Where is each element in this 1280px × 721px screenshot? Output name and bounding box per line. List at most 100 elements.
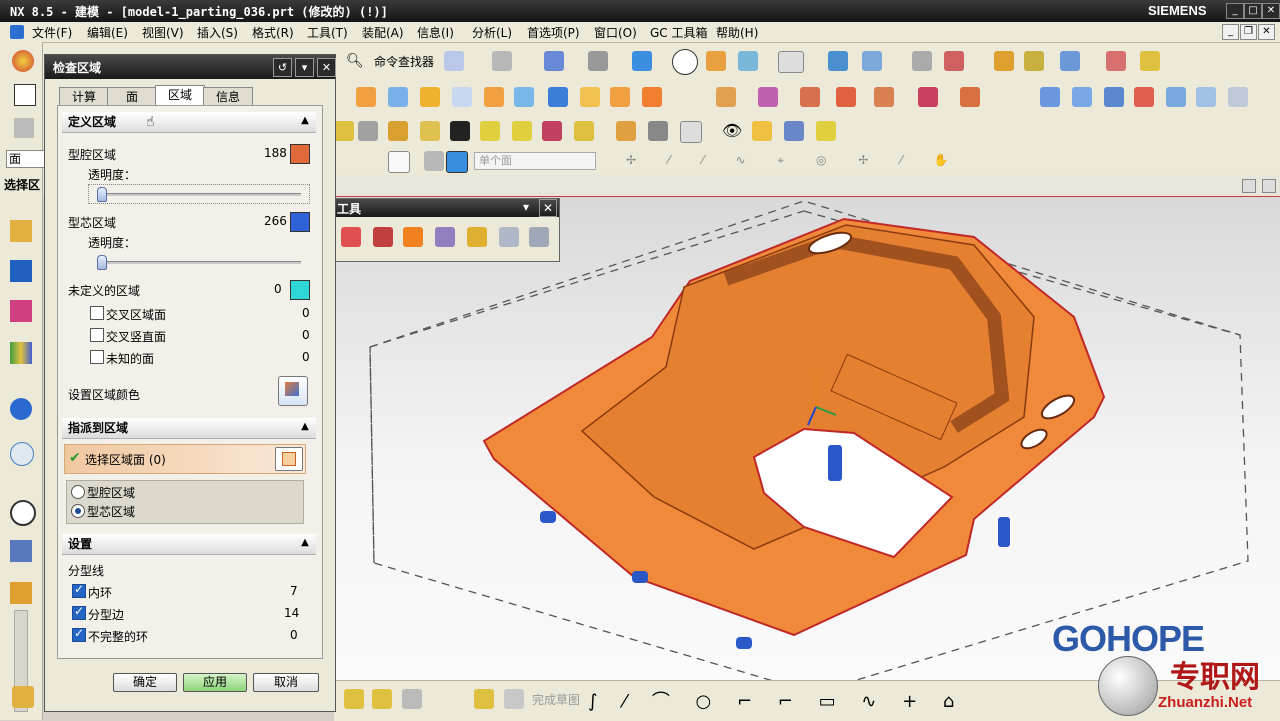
cylinder-icon[interactable] (752, 121, 772, 141)
reset-icon[interactable]: ↺ (273, 58, 292, 77)
tool-icon-6[interactable] (480, 121, 500, 141)
shaded-view-icon[interactable] (632, 51, 652, 71)
feature-icon-1[interactable] (356, 87, 376, 107)
menu-assembly[interactable]: 装配(A) (362, 24, 404, 41)
crossing-vertical-faces-checkbox[interactable] (90, 328, 104, 342)
undefined-color-swatch[interactable] (290, 280, 310, 300)
document-icon[interactable] (784, 121, 804, 141)
tool-icon-2[interactable] (358, 121, 378, 141)
surface-icon-6[interactable] (1196, 87, 1216, 107)
menu-preferences[interactable]: 首选项(P) (527, 24, 580, 41)
transform-icon[interactable] (828, 51, 848, 71)
set-region-colors-button[interactable] (278, 376, 308, 406)
bottom-tool-icon-1[interactable] (344, 689, 364, 709)
surface-icon-3[interactable] (1104, 87, 1124, 107)
mdi-restore-button[interactable]: ❐ (1240, 24, 1257, 40)
restore-view-button[interactable] (1242, 179, 1256, 193)
orient-icon[interactable] (706, 51, 726, 71)
hide-icon[interactable]: ▾ (295, 58, 314, 77)
bottom-tool-icon-3[interactable] (402, 689, 422, 709)
chevron-up-icon[interactable]: ▲ (298, 420, 312, 434)
cube-filter-icon[interactable] (446, 151, 468, 173)
check-icon[interactable] (1024, 51, 1044, 71)
graphics-viewport[interactable] (334, 196, 1280, 681)
system-material-icon[interactable] (10, 540, 32, 562)
render-icon[interactable] (588, 51, 608, 71)
tab-calculate[interactable]: 计算 (59, 87, 109, 106)
move-icon[interactable] (544, 51, 564, 71)
slider-knob[interactable] (97, 187, 107, 202)
table-icon[interactable] (648, 121, 668, 141)
cavity-transparency-slider[interactable] (88, 184, 310, 204)
wcs-icon[interactable] (738, 51, 758, 71)
start-icon[interactable] (12, 50, 34, 72)
unknown-faces-checkbox[interactable] (90, 350, 104, 364)
mold-icon-4[interactable] (836, 87, 856, 107)
tool-icon-5[interactable] (450, 121, 470, 141)
mold-icon-1[interactable] (716, 87, 736, 107)
maximize-view-button[interactable] (1262, 179, 1276, 193)
surface-icon-4[interactable] (1134, 87, 1154, 107)
mdi-close-button[interactable]: ✕ (1258, 24, 1275, 40)
web-browser-icon[interactable] (10, 398, 32, 420)
chevron-up-icon[interactable]: ▲ (298, 536, 312, 550)
eraser-icon[interactable] (424, 151, 444, 171)
select-region-faces-row[interactable]: ✔ 选择区域面 (0) (64, 444, 306, 474)
eye-icon[interactable]: 👁︎ (722, 121, 742, 140)
core-transparency-slider[interactable] (88, 252, 310, 272)
menu-help[interactable]: 帮助(H) (716, 24, 758, 41)
crossing-region-faces-checkbox[interactable] (90, 306, 104, 320)
menu-view[interactable]: 视图(V) (142, 24, 184, 41)
palette-icon-7[interactable] (529, 227, 549, 247)
assembly-navigator-icon[interactable] (10, 220, 32, 242)
menu-format[interactable]: 格式(R) (252, 24, 294, 41)
core-region-radio[interactable] (71, 504, 85, 518)
bottom-tool-icon-4[interactable] (474, 689, 494, 709)
apply-button[interactable]: 应用 (183, 673, 247, 692)
palette-icon-6[interactable] (499, 227, 519, 247)
mold-icon-6[interactable] (918, 87, 938, 107)
tab-info[interactable]: 信息 (203, 87, 253, 106)
cancel-button[interactable]: 取消 (253, 673, 319, 692)
tool-palette-header[interactable]: 工具 ▾ ✕ (335, 199, 559, 217)
finish-sketch-label[interactable]: 完成草图 (532, 691, 580, 708)
mold-icon-3[interactable] (800, 87, 820, 107)
mdi-minimize-button[interactable]: _ (1222, 24, 1239, 40)
info-icon[interactable] (492, 51, 512, 71)
tool-icon-3[interactable] (388, 121, 408, 141)
feature-icon-5[interactable] (484, 87, 504, 107)
surface-icon-1[interactable] (1040, 87, 1060, 107)
measure-icon[interactable] (1060, 51, 1080, 71)
menu-gc-toolbox[interactable]: GC 工具箱 (650, 24, 708, 41)
background-icon[interactable] (778, 51, 804, 73)
incomplete-loop-checkbox[interactable] (72, 626, 86, 642)
finish-sketch-icon[interactable] (504, 689, 524, 709)
face-selection-button[interactable] (275, 447, 303, 471)
menu-insert[interactable]: 插入(S) (197, 24, 238, 41)
clock-icon[interactable] (10, 500, 36, 526)
assign-to-region-header[interactable]: 指派到区域 ▲ (62, 418, 316, 439)
paste-icon[interactable] (14, 118, 34, 138)
surface-icon-5[interactable] (1166, 87, 1186, 107)
tool-icon-9[interactable] (574, 121, 594, 141)
tab-regions[interactable]: 区域 (155, 85, 205, 107)
window-icon[interactable] (680, 121, 702, 143)
sketch-icon[interactable] (444, 51, 464, 71)
selection-filter-dropdown[interactable]: 单个面 (474, 152, 596, 170)
menu-analysis[interactable]: 分析(L) (472, 24, 512, 41)
chevron-up-icon[interactable]: ▲ (298, 114, 312, 128)
history-icon[interactable] (10, 442, 34, 466)
ok-button[interactable]: 确定 (113, 673, 177, 692)
tool-icon-4[interactable] (420, 121, 440, 141)
menu-tools[interactable]: 工具(T) (307, 24, 348, 41)
minimize-button[interactable]: _ (1226, 3, 1244, 19)
surface-icon-2[interactable] (1072, 87, 1092, 107)
mold-icon-2[interactable] (758, 87, 778, 107)
settings-header[interactable]: 设置 ▲ (62, 534, 316, 555)
feature-icon-3[interactable] (420, 87, 440, 107)
palette-icon-5[interactable] (467, 227, 487, 247)
display-mode-icon[interactable] (672, 49, 698, 75)
analysis-icon[interactable] (994, 51, 1014, 71)
status-icon[interactable] (12, 686, 34, 708)
bottom-tool-icon-2[interactable] (372, 689, 392, 709)
